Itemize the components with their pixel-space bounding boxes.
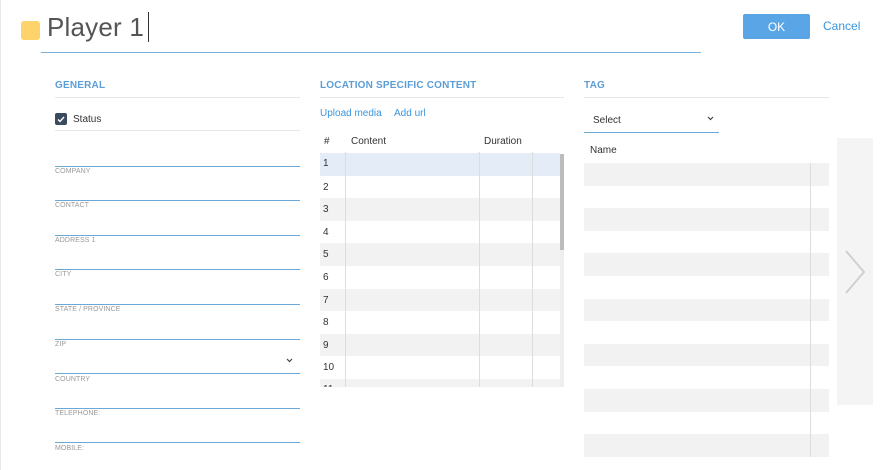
tag-row[interactable] xyxy=(584,163,829,186)
company-field[interactable] xyxy=(55,166,300,167)
location-content-divider xyxy=(320,97,564,98)
status-divider xyxy=(55,130,300,131)
contact-field[interactable] xyxy=(55,200,300,201)
add-url-link[interactable]: Add url xyxy=(394,108,426,119)
column-divider xyxy=(532,152,533,387)
player-editor: Player 1 OK Cancel GENERAL Status COMPAN… xyxy=(0,0,881,470)
tag-row[interactable] xyxy=(584,253,829,276)
content-table: # Content Duration 1 2 3 4 5 6 7 8 9 10 … xyxy=(320,132,564,387)
color-swatch[interactable] xyxy=(21,21,40,40)
status-checkbox-row[interactable]: Status xyxy=(55,113,101,125)
tag-row[interactable] xyxy=(584,276,829,299)
tag-column-header-name[interactable]: Name xyxy=(590,145,617,156)
city-label: CITY xyxy=(55,271,72,278)
row-number: 5 xyxy=(323,249,329,261)
table-row[interactable]: 1 xyxy=(320,153,560,176)
tag-row[interactable] xyxy=(584,412,829,435)
tag-row[interactable] xyxy=(584,186,829,209)
company-label: COMPANY xyxy=(55,168,91,175)
telephone-label: TELEPHONE: xyxy=(55,410,101,417)
contact-label: CONTACT xyxy=(55,202,90,209)
ok-button[interactable]: OK xyxy=(743,14,810,39)
tag-row[interactable] xyxy=(584,389,829,412)
column-header-duration[interactable]: Duration xyxy=(484,136,522,147)
address1-label: ADDRESS 1 xyxy=(55,237,96,244)
upload-media-link[interactable]: Upload media xyxy=(320,108,382,119)
row-number: 7 xyxy=(323,294,329,306)
row-number: 10 xyxy=(323,362,335,374)
mobile-label: MOBILE: xyxy=(55,445,85,452)
title-underline xyxy=(41,52,701,53)
row-number: 1 xyxy=(323,158,329,169)
row-number: 3 xyxy=(323,204,329,216)
telephone-field[interactable] xyxy=(55,408,300,409)
table-row[interactable]: 6 xyxy=(320,266,560,289)
tag-row[interactable] xyxy=(584,298,829,322)
cancel-link[interactable]: Cancel xyxy=(823,19,860,33)
table-row[interactable]: 5 xyxy=(320,243,560,266)
address1-field[interactable] xyxy=(55,235,300,236)
row-number: 6 xyxy=(323,272,329,283)
table-row[interactable]: 4 xyxy=(320,221,560,244)
player-name-value: Player 1 xyxy=(47,12,144,42)
column-divider xyxy=(345,152,346,387)
tag-row[interactable] xyxy=(584,366,829,389)
zip-field[interactable] xyxy=(55,339,300,340)
checkmark-icon xyxy=(57,116,65,123)
table-row[interactable]: 9 xyxy=(320,333,560,357)
status-label: Status xyxy=(73,113,102,125)
tag-row[interactable] xyxy=(584,208,829,231)
row-number: 2 xyxy=(323,181,329,193)
table-row[interactable]: 3 xyxy=(320,198,560,221)
column-header-number: # xyxy=(324,136,330,147)
next-button[interactable] xyxy=(837,138,873,405)
column-divider xyxy=(479,152,480,387)
state-province-label: STATE / PROVINCE xyxy=(55,306,121,313)
column-header-content[interactable]: Content xyxy=(351,136,386,147)
tag-row[interactable] xyxy=(584,231,829,254)
mobile-field[interactable] xyxy=(55,442,300,443)
status-checkbox[interactable] xyxy=(55,113,67,125)
country-select[interactable] xyxy=(55,373,300,374)
content-scrollbar-thumb[interactable] xyxy=(560,154,564,250)
zip-label: ZIP xyxy=(55,341,67,348)
tag-divider xyxy=(584,97,829,98)
city-field[interactable] xyxy=(55,269,300,270)
row-number: 11 xyxy=(323,384,333,387)
row-number: 8 xyxy=(323,317,329,329)
tag-row[interactable] xyxy=(584,343,829,367)
table-row[interactable]: 8 xyxy=(320,311,560,334)
row-number: 9 xyxy=(323,339,329,351)
state-province-field[interactable] xyxy=(55,304,300,305)
table-row[interactable]: 11 xyxy=(320,379,560,387)
chevron-down-icon[interactable] xyxy=(286,355,293,365)
tag-section-title: TAG xyxy=(584,80,605,91)
row-number: 4 xyxy=(323,226,329,238)
general-divider xyxy=(55,97,300,98)
tag-row[interactable] xyxy=(584,321,829,344)
text-caret xyxy=(147,12,149,42)
chevron-down-icon[interactable] xyxy=(707,113,714,123)
chevron-right-icon xyxy=(845,249,866,294)
country-label: COUNTRY xyxy=(55,376,91,383)
tag-column-divider xyxy=(810,163,811,457)
tag-select[interactable]: Select xyxy=(584,110,719,133)
location-content-section-title: LOCATION SPECIFIC CONTENT xyxy=(320,80,477,91)
table-row[interactable]: 10 xyxy=(320,356,560,379)
tag-row[interactable] xyxy=(584,434,829,457)
table-row[interactable]: 2 xyxy=(320,176,560,199)
player-name-input[interactable]: Player 1 xyxy=(47,12,149,43)
table-row[interactable]: 7 xyxy=(320,288,560,312)
general-section-title: GENERAL xyxy=(55,80,106,91)
